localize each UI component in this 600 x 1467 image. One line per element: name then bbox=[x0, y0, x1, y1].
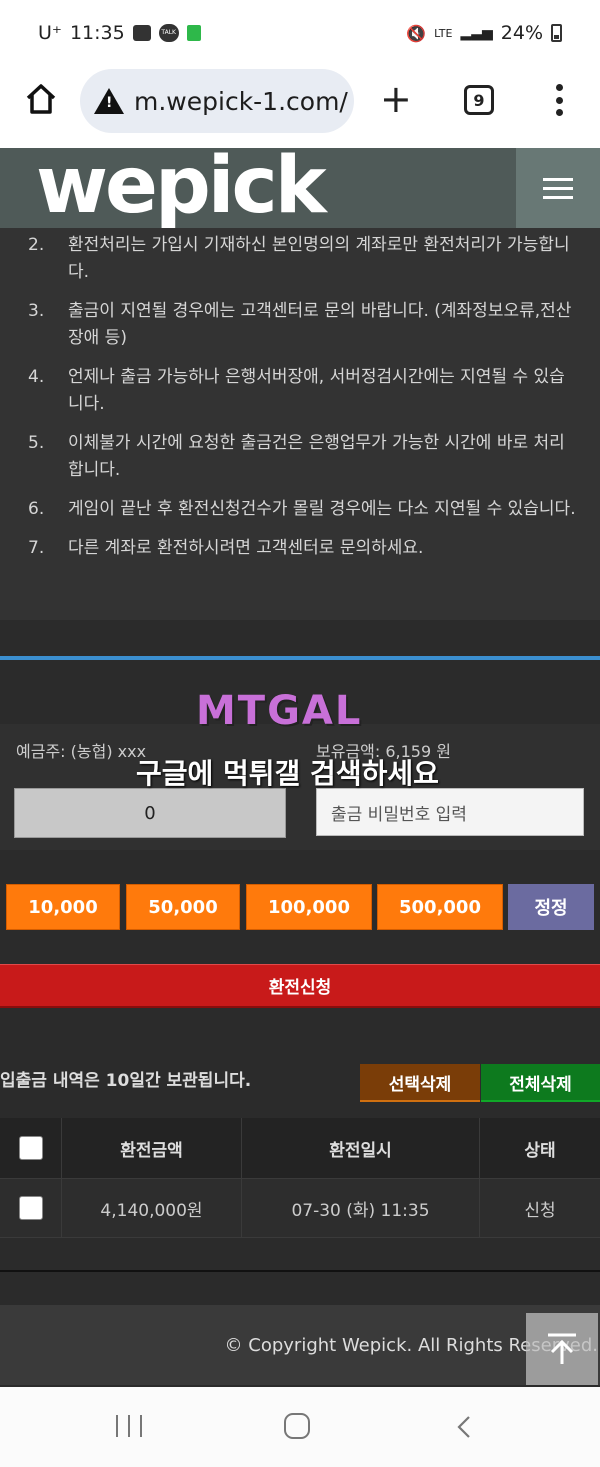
delete-all-button[interactable]: 전체삭제 bbox=[481, 1064, 600, 1102]
withdraw-amount-input[interactable]: 0 bbox=[14, 788, 286, 838]
carrier-label: U⁺ bbox=[38, 22, 62, 44]
new-tab-icon[interactable]: + bbox=[380, 80, 412, 118]
clock: 11:35 bbox=[69, 22, 125, 44]
withdraw-password-input[interactable]: 출금 비밀번호 입력 bbox=[316, 788, 584, 836]
status-cell: 신청 bbox=[524, 1200, 556, 1221]
column-header: 환전금액 bbox=[62, 1118, 242, 1178]
recent-apps-icon[interactable] bbox=[116, 1415, 142, 1437]
amount-100000-button[interactable]: 100,000 bbox=[246, 884, 372, 930]
column-header: 상태 bbox=[524, 1140, 556, 1161]
table-header: 환전금액 환전일시 상태 bbox=[0, 1118, 600, 1179]
battery-icon bbox=[551, 24, 562, 42]
network-label: LTE bbox=[434, 26, 453, 40]
url-text: m.wepick-1.com/ bbox=[134, 86, 348, 116]
scroll-top-icon[interactable] bbox=[526, 1313, 598, 1385]
select-all-checkbox[interactable] bbox=[18, 1136, 43, 1160]
back-icon[interactable] bbox=[456, 1415, 472, 1439]
watermark-logo: MTGAL bbox=[196, 688, 363, 734]
gallery-icon bbox=[132, 25, 151, 41]
site-header: wepick bbox=[0, 146, 600, 228]
mute-icon: 🔇 bbox=[406, 23, 427, 43]
browser-toolbar: ! m.wepick-1.com/ + 9 bbox=[0, 66, 600, 148]
apply-withdrawal-button[interactable]: 환전신청 bbox=[0, 964, 600, 1008]
home-icon[interactable] bbox=[24, 82, 58, 116]
history-table: 환전금액 환전일시 상태 4,140,000원 07-30 (화) 11:35 … bbox=[0, 1118, 600, 1238]
home-nav-icon[interactable] bbox=[284, 1413, 310, 1439]
tab-switcher-button[interactable]: 9 bbox=[464, 85, 494, 115]
column-header: 환전일시 bbox=[242, 1118, 480, 1178]
row-checkbox[interactable] bbox=[18, 1196, 43, 1220]
watermark-text: 구글에 먹튀갤 검색하세요 bbox=[136, 757, 439, 790]
table-row: 4,140,000원 07-30 (화) 11:35 신청 bbox=[0, 1179, 600, 1238]
footer-divider bbox=[0, 1270, 600, 1272]
notice-item: 2. 환전처리는 가입시 기재하신 본인명의의 계좌로만 환전처리가 가능합니다. bbox=[28, 235, 570, 282]
site-footer: © Copyright Wepick. All Rights Reserved. bbox=[0, 1305, 600, 1385]
notice-item: 3. 출금이 지연될 경우에는 고객센터로 문의 바랍니다. (계좌정보오류,전산… bbox=[28, 301, 572, 348]
section-divider bbox=[0, 656, 600, 660]
system-nav-bar bbox=[0, 1387, 600, 1467]
talk-icon: TALK bbox=[158, 24, 179, 42]
notice-item: 4. 언제나 출금 가능하나 은행서버장애, 서버정검시간에는 지연될 수 있습니… bbox=[28, 367, 565, 414]
reset-button[interactable]: 정정 bbox=[508, 884, 594, 930]
address-bar[interactable]: ! m.wepick-1.com/ bbox=[80, 69, 354, 133]
notice-item: 6. 게임이 끝난 후 환전신청건수가 몰릴 경우에는 다소 지연될 수 있습니다… bbox=[28, 499, 576, 519]
amount-cell: 4,140,000원 bbox=[62, 1179, 242, 1237]
delete-selected-button[interactable]: 선택삭제 bbox=[360, 1064, 480, 1102]
more-menu-icon[interactable] bbox=[555, 84, 563, 116]
battery-label: 24% bbox=[500, 22, 543, 44]
notice-item: 5. 이체불가 시간에 요청한 출금건은 은행업무가 가능한 시간에 바로 처리합… bbox=[28, 433, 565, 480]
lock-icon bbox=[186, 25, 201, 41]
amount-500000-button[interactable]: 500,000 bbox=[377, 884, 503, 930]
withdrawal-form: 예금주: (농협) xxx 보유금액: 6,159 원 0 출금 비밀번호 입력… bbox=[0, 724, 600, 850]
datetime-cell: 07-30 (화) 11:35 bbox=[242, 1179, 480, 1237]
notice-item: 7. 다른 계좌로 환전하시려면 고객센터로 문의하세요. bbox=[28, 538, 424, 558]
history-note: 입출금 내역은 10일간 보관됩니다. bbox=[0, 1071, 252, 1091]
status-bar: U⁺ 11:35 TALK 🔇 LTE ▂▃▅ 24% bbox=[0, 0, 600, 66]
signal-icon: ▂▃▅ bbox=[460, 25, 493, 41]
amount-50000-button[interactable]: 50,000 bbox=[126, 884, 240, 930]
site-logo[interactable]: wepick bbox=[36, 146, 327, 226]
amount-10000-button[interactable]: 10,000 bbox=[6, 884, 120, 930]
hamburger-menu-icon[interactable] bbox=[516, 148, 600, 228]
amount-button-group: 10,000 50,000 100,000 500,000 정정 bbox=[6, 884, 596, 932]
withdrawal-notice: 2. 환전처리는 가입시 기재하신 본인명의의 계좌로만 환전처리가 가능합니다.… bbox=[0, 228, 600, 620]
warning-icon: ! bbox=[94, 88, 124, 114]
depositor-label: 예금주: (농협) xxx bbox=[16, 742, 147, 761]
